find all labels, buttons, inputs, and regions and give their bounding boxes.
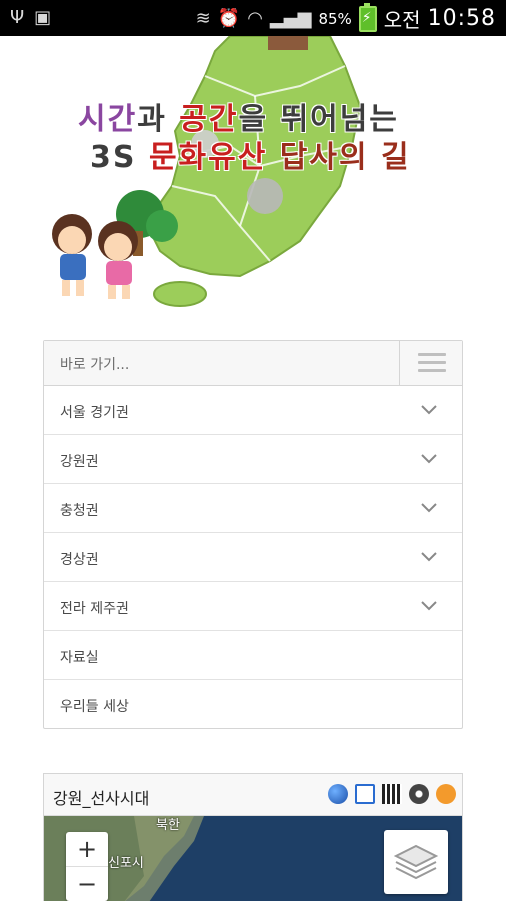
zoom-out-button[interactable]: −	[66, 867, 108, 901]
menu-shortcut-label: 바로 가기...	[60, 357, 130, 373]
map-toolbar	[328, 784, 456, 804]
layers-button[interactable]	[384, 830, 448, 894]
alarm-icon: ⏰	[217, 7, 241, 29]
fullscreen-icon[interactable]	[355, 784, 375, 804]
chevron-down-icon[interactable]	[420, 449, 438, 467]
zoom-control: + −	[66, 832, 108, 901]
menu-header[interactable]: 바로 가기...	[44, 341, 462, 386]
title-word-heritage: 문화유산	[148, 140, 268, 175]
korea-map-illustration	[52, 36, 362, 307]
clock-ampm: 오전	[383, 8, 421, 32]
signal-icon: ▂▄▆	[269, 7, 312, 29]
menu-item-label: 서울 경기권	[60, 405, 129, 421]
map-view[interactable]: 북한 신포시 + −	[44, 816, 462, 901]
status-bar: Ψ ▣ ≋ ⏰ ◠ ▂▄▆ 85% ⚡ 오전 10:58	[0, 0, 506, 36]
map-widget: 강원_선사시대 북한 신포시 + −	[43, 773, 463, 901]
menu-item-jeolla-jeju[interactable]: 전라 제주권	[44, 582, 462, 631]
chevron-down-icon[interactable]	[420, 400, 438, 418]
map-header: 강원_선사시대	[44, 774, 462, 816]
title-word-3s: 3S	[90, 140, 149, 175]
menu-toggle-button[interactable]	[399, 341, 462, 385]
clock-time: 10:58	[427, 6, 496, 31]
battery-icon: ⚡	[358, 2, 377, 32]
menu-item-label: 자료실	[60, 650, 99, 666]
menu-item-label: 전라 제주권	[60, 601, 129, 617]
screenshot-icon: ▣	[34, 7, 52, 28]
chevron-down-icon[interactable]	[420, 596, 438, 614]
navigation-menu: 바로 가기... 서울 경기권 강원권 충청권 경상권 전라 제주권 자료실 우…	[43, 340, 463, 729]
menu-item-chungcheong[interactable]: 충청권	[44, 484, 462, 533]
chevron-down-icon[interactable]	[420, 498, 438, 516]
layers-icon	[393, 844, 439, 880]
menu-item-label: 강원권	[60, 454, 99, 470]
header-banner: 시간과 공간을 뛰어넘는 3S 문화유산 답사의 길	[0, 36, 506, 316]
qr-code-icon[interactable]	[382, 784, 402, 804]
menu-item-archive[interactable]: 자료실	[44, 631, 462, 680]
map-place-label: 신포시	[108, 856, 144, 871]
menu-item-label: 경상권	[60, 552, 99, 568]
map-place-label: 북한	[156, 818, 180, 833]
chevron-down-icon[interactable]	[420, 547, 438, 565]
battery-percent: 85%	[318, 9, 352, 28]
vibrate-icon: ≋	[195, 7, 211, 29]
usb-icon: Ψ	[10, 7, 25, 28]
zoom-in-button[interactable]: +	[66, 832, 108, 867]
banner-title-line2: 3S 문화유산 답사의 길	[90, 132, 411, 176]
hamburger-icon	[418, 353, 446, 373]
title-word-road: 답사의 길	[267, 140, 411, 175]
menu-item-label: 우리들 세상	[60, 699, 129, 715]
wifi-icon: ◠	[247, 7, 263, 29]
map-title: 강원_선사시대	[53, 789, 150, 808]
menu-item-seoul-gyeonggi[interactable]: 서울 경기권	[44, 386, 462, 435]
menu-item-gangwon[interactable]: 강원권	[44, 435, 462, 484]
google-earth-icon[interactable]	[328, 784, 348, 804]
rss-icon[interactable]	[436, 784, 456, 804]
menu-item-gyeongsang[interactable]: 경상권	[44, 533, 462, 582]
menu-item-our-world[interactable]: 우리들 세상	[44, 680, 462, 728]
kml-icon[interactable]	[409, 784, 429, 804]
menu-item-label: 충청권	[60, 503, 99, 519]
